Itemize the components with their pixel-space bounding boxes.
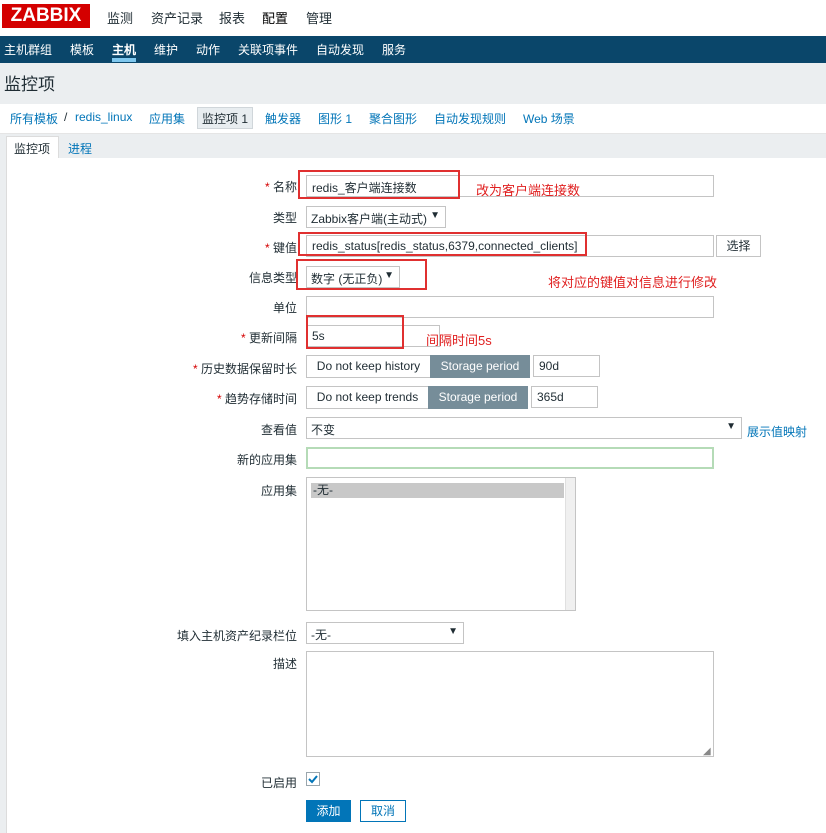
menu-reports[interactable]: 报表 (219, 8, 245, 27)
annotation-name-note: 改为客户端连接数 (476, 183, 581, 198)
key-select-button[interactable]: 选择 (716, 235, 761, 257)
key-label: * 键值 (264, 241, 297, 255)
valuemap-select[interactable]: 不变 ▼ (306, 417, 742, 439)
crumb-discovery-rules[interactable]: 自动发现规则 (434, 110, 506, 127)
chevron-down-icon: ▼ (726, 421, 736, 432)
crumb-all-templates[interactable]: 所有模板 (10, 110, 58, 127)
zabbix-logo[interactable]: ZABBIX (2, 4, 90, 28)
interval-label: * 更新间隔 (240, 331, 297, 345)
menu-configuration[interactable]: 配置 (262, 8, 288, 27)
name-label: * 名称 (264, 180, 297, 194)
history-period-input[interactable]: 90d (533, 355, 600, 377)
submenu-correlation[interactable]: 关联项事件 (238, 41, 298, 58)
crumb-triggers[interactable]: 触发器 (265, 110, 301, 127)
apps-listbox[interactable]: -无- (306, 477, 576, 611)
tab-bar (0, 134, 826, 160)
crumb-applications[interactable]: 应用集 (149, 110, 185, 127)
annotation-box-info-type (296, 259, 427, 290)
crumb-screens[interactable]: 聚合图形 (369, 110, 417, 127)
history-do-not-keep-button[interactable]: Do not keep history (306, 355, 431, 378)
tab-preprocessing[interactable]: 进程 (68, 140, 92, 157)
inventory-select[interactable]: -无- ▼ (306, 622, 464, 644)
description-label: 描述 (272, 657, 297, 671)
info-type-label: 信息类型 (248, 271, 297, 285)
trends-period-input[interactable]: 365d (531, 386, 598, 408)
enabled-checkbox[interactable] (306, 772, 320, 786)
submenu-services[interactable]: 服务 (382, 41, 406, 58)
crumb-graphs[interactable]: 图形 1 (318, 110, 352, 127)
menu-inventory[interactable]: 资产记录 (151, 8, 203, 27)
checkmark-icon (308, 775, 318, 784)
annotation-box-name (298, 170, 460, 199)
units-label: 单位 (272, 301, 297, 315)
submenu-templates[interactable]: 模板 (70, 41, 94, 58)
trends-label: * 趋势存储时间 (216, 392, 297, 406)
new-app-input[interactable] (306, 447, 714, 469)
history-storage-period-button[interactable]: Storage period (430, 355, 530, 378)
menu-administration[interactable]: 管理 (306, 8, 332, 27)
submenu-hosts[interactable]: 主机 (112, 41, 136, 58)
type-label: 类型 (272, 211, 297, 225)
show-valuemap-link[interactable]: 展示值映射 (747, 423, 807, 440)
apps-label: 应用集 (260, 484, 297, 498)
scrollbar[interactable] (565, 478, 575, 610)
history-label: * 历史数据保留时长 (192, 362, 297, 376)
cancel-button[interactable]: 取消 (360, 800, 406, 822)
crumb-web-scenarios[interactable]: Web 场景 (523, 110, 575, 127)
resize-handle-icon[interactable]: ◢ (703, 746, 711, 757)
menu-monitoring[interactable]: 监测 (107, 8, 133, 27)
annotation-box-interval (306, 315, 404, 349)
submenu-actions[interactable]: 动作 (196, 41, 220, 58)
crumb-separator: / (64, 110, 68, 124)
annotation-key-note: 将对应的键值对信息进行修改 (548, 275, 718, 290)
submenu-discovery[interactable]: 自动发现 (316, 41, 364, 58)
new-app-label: 新的应用集 (236, 453, 297, 467)
inventory-label: 填入主机资产纪录栏位 (176, 629, 297, 643)
list-item[interactable]: -无- (311, 483, 564, 498)
annotation-interval-note: 间隔时间5s (426, 333, 492, 348)
submenu-host-groups[interactable]: 主机群组 (4, 41, 52, 58)
page-title: 监控项 (4, 75, 55, 94)
description-textarea[interactable] (306, 651, 714, 757)
trends-do-not-keep-button[interactable]: Do not keep trends (306, 386, 429, 409)
add-button[interactable]: 添加 (306, 800, 351, 822)
valuemap-label: 查看值 (260, 423, 297, 437)
trends-storage-period-button[interactable]: Storage period (428, 386, 528, 409)
tab-item[interactable]: 监控项 (14, 140, 50, 157)
crumb-host[interactable]: redis_linux (75, 110, 132, 124)
submenu-maintenance[interactable]: 维护 (154, 41, 178, 58)
enabled-label: 已启用 (260, 776, 297, 790)
chevron-down-icon: ▼ (448, 626, 458, 637)
annotation-box-key (298, 232, 587, 256)
active-submenu-indicator (112, 58, 136, 62)
chevron-down-icon: ▼ (430, 210, 440, 221)
crumb-items[interactable]: 监控项 1 (202, 110, 248, 127)
type-select[interactable]: Zabbix客户端(主动式) ▼ (306, 206, 446, 228)
